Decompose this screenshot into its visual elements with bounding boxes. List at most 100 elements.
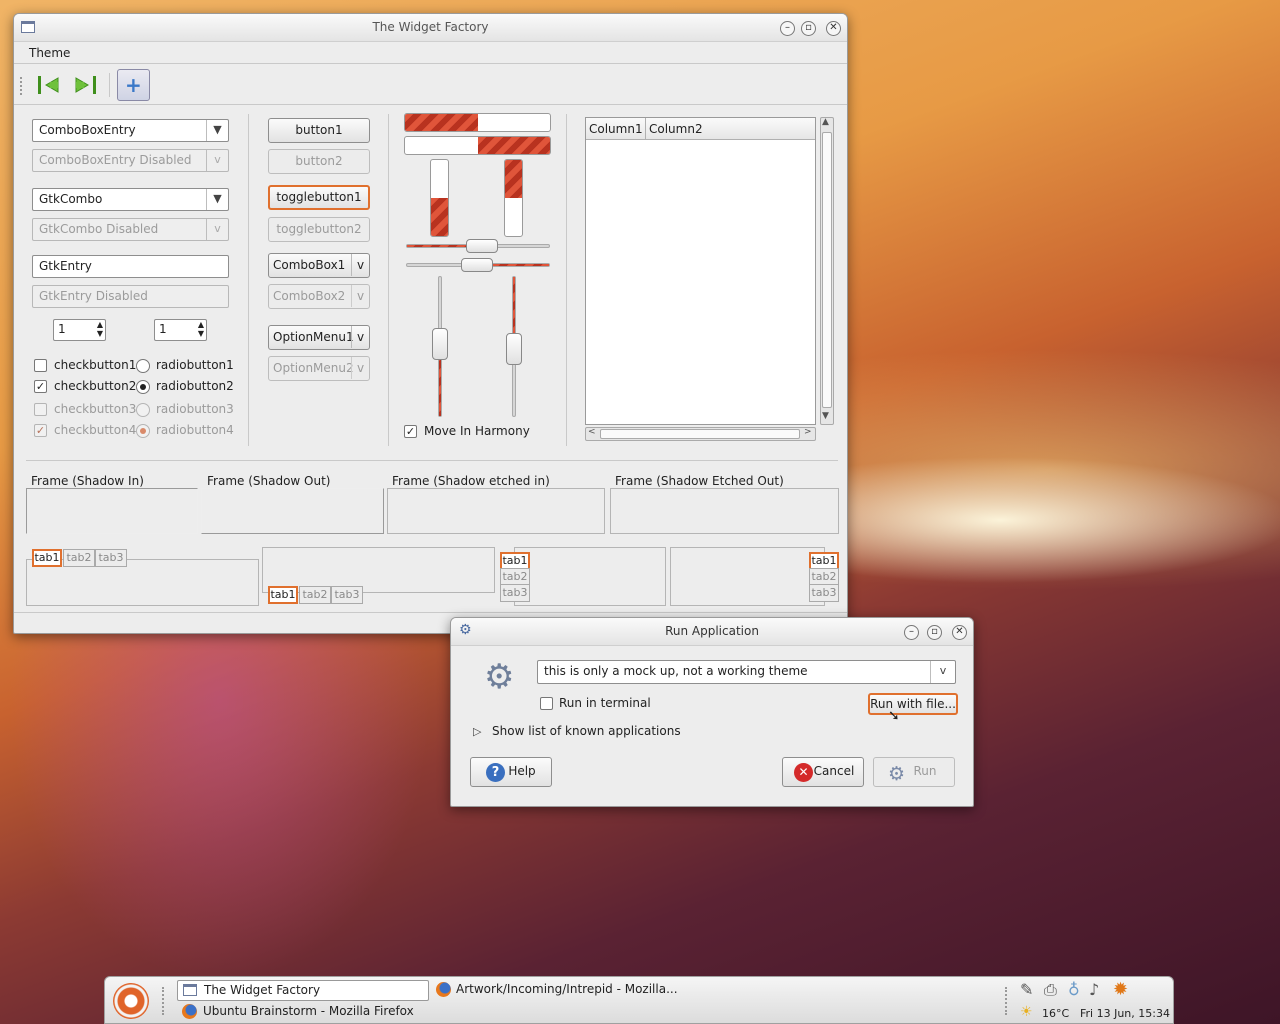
progress-bar-vertical-1 (430, 159, 449, 237)
expander-arrow-icon[interactable]: ▷ (473, 725, 481, 738)
add-button[interactable]: + (117, 69, 150, 101)
gtkentry[interactable]: GtkEntry (32, 255, 229, 278)
task-label: Artwork/Incoming/Intrepid - Mozilla... (456, 982, 678, 996)
spin-button-1[interactable]: 1 ▲ ▼ (53, 319, 106, 341)
gtkcombo[interactable]: GtkCombo ▼ (32, 188, 229, 211)
horizontal-scrollbar[interactable]: < > (585, 427, 816, 441)
close-icon[interactable]: ✕ (952, 625, 967, 640)
cancel-button[interactable]: ✕ Cancel (782, 757, 864, 787)
command-combo-entry[interactable]: this is only a mock up, not a working th… (537, 660, 956, 684)
tab2[interactable]: tab2 (299, 586, 331, 604)
tab2[interactable]: tab2 (63, 549, 95, 567)
column-separator (566, 114, 567, 446)
toolbar-grip[interactable] (20, 77, 25, 95)
button1[interactable]: button1 (268, 118, 370, 143)
titlebar[interactable]: The Widget Factory – ▫ ✕ (14, 14, 847, 42)
go-first-icon[interactable] (36, 74, 60, 96)
vscale-1-slider[interactable] (432, 328, 448, 360)
frame-shadow-out-label: Frame (Shadow Out) (206, 474, 332, 488)
column2-header[interactable]: Column2 (649, 122, 703, 136)
gtkentry-disabled: GtkEntry Disabled (32, 285, 229, 308)
minimize-icon[interactable]: – (780, 21, 795, 36)
network-icon[interactable]: ✎ (1020, 980, 1033, 999)
combobox1-text: ComboBox1 (273, 258, 346, 272)
scroll-right-icon[interactable]: > (804, 427, 812, 437)
ubuntu-menu-icon[interactable] (113, 983, 149, 1019)
task-artwork-firefox[interactable]: Artwork/Incoming/Intrepid - Mozilla... (430, 980, 680, 1001)
chevron-down-icon: v (351, 254, 369, 276)
tab3[interactable]: tab3 (331, 586, 363, 604)
help-label: Help (508, 764, 536, 778)
checkbutton1[interactable] (34, 359, 47, 372)
temperature-text[interactable]: 16°C (1042, 1007, 1069, 1020)
go-last-icon[interactable] (74, 74, 98, 96)
comboboxentry[interactable]: ComboBoxEntry ▼ (32, 119, 229, 142)
statusbar-separator (14, 612, 847, 613)
panel-grip[interactable] (1005, 987, 1009, 1015)
printer-icon[interactable]: ⎙ (1044, 980, 1057, 1000)
chevron-down-icon: v (206, 219, 228, 240)
scroll-left-icon[interactable]: < (588, 427, 596, 437)
scroll-down-icon[interactable]: ▼ (822, 411, 829, 421)
scale-fill (513, 277, 515, 340)
notebook-left (514, 547, 666, 606)
window-icon (183, 984, 197, 996)
close-icon[interactable]: ✕ (826, 21, 841, 36)
run-with-file-button[interactable]: Run with file... (868, 693, 958, 715)
optionmenu1[interactable]: OptionMenu1 v (268, 325, 370, 350)
checkbutton4-label: checkbutton4 (54, 423, 137, 437)
chevron-down-icon[interactable]: v (930, 661, 955, 683)
comboboxentry-disabled: ComboBoxEntry Disabled v (32, 149, 229, 172)
update-notifier-icon[interactable]: ✹ (1113, 979, 1128, 1000)
combobox1[interactable]: ComboBox1 v (268, 253, 370, 278)
spin-arrows-icon[interactable]: ▲ ▼ (198, 320, 204, 338)
checkbutton2[interactable]: ✓ (34, 380, 47, 393)
clock-text[interactable]: Fri 13 Jun, 15:34 (1080, 1007, 1170, 1020)
add-icon: + (125, 73, 142, 97)
radiobutton1[interactable] (136, 359, 150, 373)
task-widget-factory[interactable]: The Widget Factory (177, 980, 429, 1001)
titlebar[interactable]: ⚙ Run Application – ▫ ✕ (451, 618, 973, 646)
hscale-2-slider[interactable] (461, 258, 493, 272)
scroll-thumb[interactable] (600, 429, 800, 439)
run-in-terminal-checkbox[interactable] (540, 697, 553, 710)
scroll-thumb[interactable] (822, 132, 832, 408)
tab3[interactable]: tab3 (95, 549, 127, 567)
tab1[interactable]: tab1 (268, 586, 298, 604)
progress-fill (405, 114, 478, 131)
volume-icon[interactable]: ♪ (1089, 980, 1099, 999)
maximize-icon[interactable]: ▫ (801, 21, 816, 36)
checkbutton3 (34, 403, 47, 416)
show-list-expander[interactable]: Show list of known applications (492, 724, 681, 738)
task-brainstorm-firefox[interactable]: Ubuntu Brainstorm - Mozilla Firefox (177, 1002, 429, 1023)
minimize-icon[interactable]: – (904, 625, 919, 640)
checkbutton3-label: checkbutton3 (54, 402, 137, 416)
progress-fill (477, 137, 550, 154)
vscale-2-slider[interactable] (506, 333, 522, 365)
tab1[interactable]: tab1 (32, 549, 62, 567)
vertical-scrollbar[interactable]: ▲ ▼ (820, 117, 834, 425)
hscale-1-slider[interactable] (466, 239, 498, 253)
task-label: The Widget Factory (204, 983, 321, 997)
tab3[interactable]: tab3 (809, 584, 839, 602)
toolbar: + (14, 65, 847, 105)
chevron-down-icon[interactable]: ▼ (206, 189, 228, 210)
move-in-harmony-checkbox[interactable]: ✓ (404, 425, 417, 438)
column1-header[interactable]: Column1 (589, 122, 643, 136)
frame-shadow-etched-out-label: Frame (Shadow Etched Out) (614, 474, 785, 488)
tab3[interactable]: tab3 (500, 584, 530, 602)
scroll-up-icon[interactable]: ▲ (822, 117, 829, 127)
spin-button-2[interactable]: 1 ▲ ▼ (154, 319, 207, 341)
radiobutton2[interactable] (136, 380, 150, 394)
help-button[interactable]: ? Help (470, 757, 552, 787)
tree-view[interactable]: Column1 Column2 (585, 117, 816, 425)
chevron-down-icon[interactable]: ▼ (206, 120, 228, 141)
panel-grip[interactable] (162, 987, 166, 1015)
lightbulb-icon[interactable]: ♁ (1068, 980, 1080, 999)
gtkcombo-disabled: GtkCombo Disabled v (32, 218, 229, 241)
menu-theme[interactable]: Theme (29, 46, 70, 60)
maximize-icon[interactable]: ▫ (927, 625, 942, 640)
weather-icon[interactable]: ☀ (1020, 1004, 1033, 1020)
spin-arrows-icon[interactable]: ▲ ▼ (97, 320, 103, 338)
togglebutton1[interactable]: togglebutton1 (268, 185, 370, 210)
